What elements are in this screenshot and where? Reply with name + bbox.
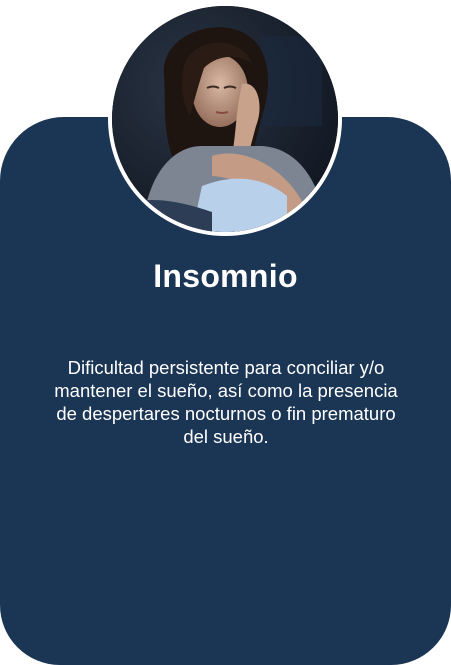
card-title: Insomnio — [153, 258, 298, 294]
card-description: Dificultad persistente para conciliar y/… — [54, 357, 398, 447]
avatar-frame — [108, 2, 342, 236]
insomnia-photo — [112, 6, 338, 232]
